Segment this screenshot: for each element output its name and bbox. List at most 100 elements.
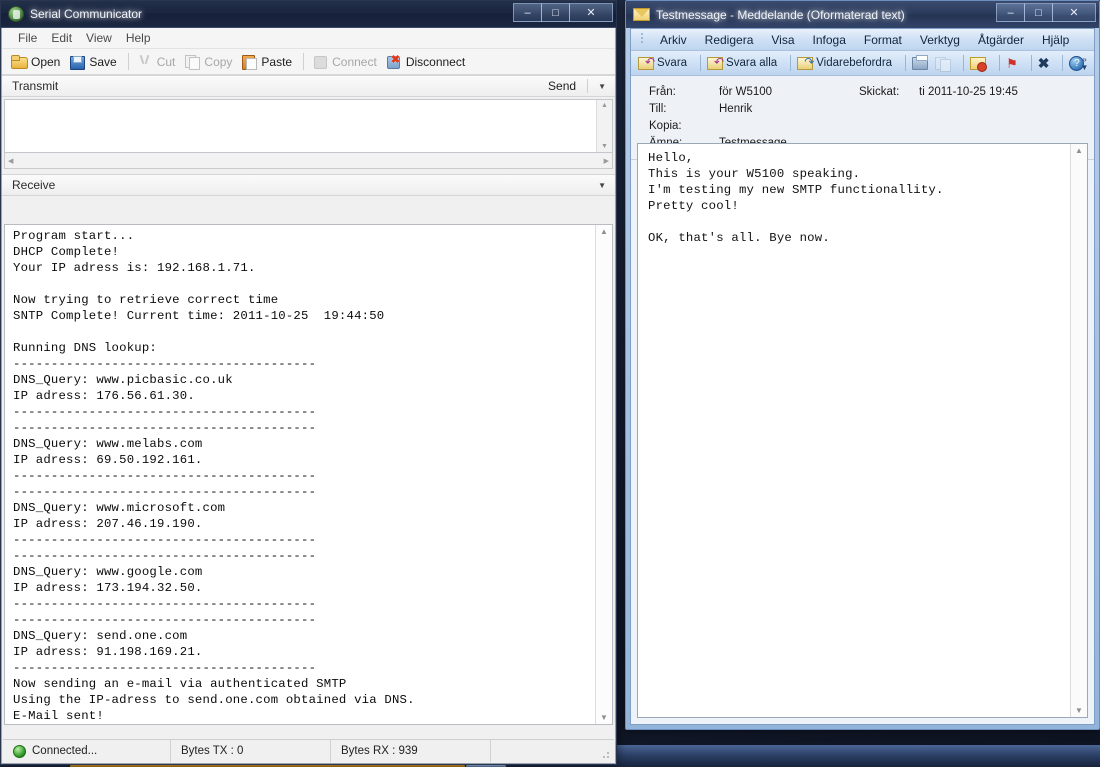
scroll-right-icon[interactable]: ▶	[604, 157, 609, 165]
toolbar-overflow-button[interactable]: » ▼	[1078, 53, 1091, 74]
flag-button[interactable]: ⚑	[1006, 57, 1018, 70]
connect-button-label: Connect	[332, 55, 377, 69]
menu-item-visa[interactable]: Visa	[762, 32, 803, 48]
chevron-down-icon[interactable]: ▼	[593, 181, 611, 190]
resize-grip[interactable]	[599, 748, 611, 760]
minimize-button[interactable]: –	[996, 3, 1025, 22]
menu-item-infoga[interactable]: Infoga	[804, 32, 855, 48]
disconnect-button[interactable]: Disconnect	[386, 54, 465, 69]
connect-button: Connect	[312, 54, 377, 69]
maximize-button[interactable]: □	[541, 3, 570, 22]
toolbar-separator	[700, 55, 701, 71]
menu-item-file[interactable]: File	[12, 29, 45, 47]
chevron-down-icon[interactable]: ▼	[593, 82, 611, 91]
menu-item-help[interactable]: Help	[120, 29, 159, 47]
disconnect-button-label: Disconnect	[406, 55, 465, 69]
reply-button[interactable]: Svara	[638, 57, 687, 70]
from-value: för W5100	[719, 86, 772, 98]
menu-item-redigera[interactable]: Redigera	[696, 32, 763, 48]
status-connection: Connected...	[3, 740, 171, 762]
maximize-button[interactable]: □	[1024, 3, 1053, 22]
transmit-vertical-scrollbar[interactable]: ▲ ▼	[596, 100, 612, 152]
serial-window-controls[interactable]: – □ ✕	[514, 3, 613, 22]
close-button[interactable]: ✕	[569, 3, 613, 22]
mail-title-bar[interactable]: Testmessage - Meddelande (Oformaterad te…	[626, 1, 1099, 28]
menu-item-verktyg[interactable]: Verktyg	[911, 32, 969, 48]
print-button[interactable]	[912, 57, 928, 70]
sent-value: ti 2011-10-25 19:45	[919, 86, 1018, 98]
scroll-up-icon[interactable]: ▲	[600, 225, 608, 238]
toolbar-separator	[905, 55, 906, 71]
mail-vertical-scrollbar[interactable]: ▲ ▼	[1070, 144, 1087, 717]
transmit-title: Transmit	[12, 79, 58, 93]
outlook-message-window[interactable]: Testmessage - Meddelande (Oformaterad te…	[625, 0, 1100, 730]
menu-item-atgarder[interactable]: Åtgärder	[969, 32, 1033, 48]
delete-button[interactable]: ✖	[1038, 56, 1050, 70]
transmit-input[interactable]	[5, 100, 596, 152]
mail-cc-row: Kopia:	[649, 120, 1094, 132]
menu-item-view[interactable]: View	[80, 29, 120, 47]
serial-toolbar[interactable]: Open Save Cut Copy Paste Connec	[2, 49, 615, 75]
to-label: Till:	[649, 103, 719, 115]
send-button[interactable]: Send	[542, 79, 582, 93]
serial-client-area: File Edit View Help Open Save Cut Copy	[1, 28, 616, 764]
serial-title-bar[interactable]: Serial Communicator – □ ✕	[1, 1, 616, 28]
block-sender-button[interactable]	[970, 57, 986, 70]
to-value: Henrik	[719, 103, 752, 115]
clipboard-icon	[241, 54, 257, 69]
cut-button: Cut	[137, 54, 176, 69]
toolbar-separator	[1031, 55, 1032, 71]
menu-item-hjalp[interactable]: Hjälp	[1033, 32, 1078, 48]
reply-all-icon	[707, 57, 723, 70]
floppy-disk-icon	[69, 54, 85, 69]
toolbar-separator	[999, 55, 1000, 71]
scissors-icon	[137, 54, 153, 69]
menu-item-format[interactable]: Format	[855, 32, 911, 48]
scroll-down-icon[interactable]: ▼	[600, 711, 608, 724]
transmit-text-area[interactable]: ▲ ▼	[4, 99, 613, 153]
mail-menu-bar[interactable]: Arkiv Redigera Visa Infoga Format Verkty…	[631, 29, 1094, 51]
block-sender-icon	[970, 57, 986, 70]
status-empty-cell	[491, 740, 614, 762]
folder-open-icon	[11, 54, 27, 69]
toolbar-separator	[963, 55, 964, 71]
header-separator	[587, 79, 588, 93]
scroll-down-icon[interactable]: ▼	[1075, 704, 1083, 717]
delete-x-icon: ✖	[1038, 56, 1050, 70]
mail-from-row: Från: för W5100 Skickat: ti 2011-10-25 1…	[649, 86, 1094, 98]
scroll-down-icon[interactable]: ▼	[601, 141, 608, 152]
status-bytes-tx: Bytes TX : 0	[171, 740, 331, 762]
menu-item-arkiv[interactable]: Arkiv	[651, 32, 696, 48]
scroll-up-icon[interactable]: ▲	[1075, 144, 1083, 157]
chevron-down-icon: ▼	[1081, 64, 1089, 72]
menu-item-edit[interactable]: Edit	[45, 29, 80, 47]
receive-log-text: Program start... DHCP Complete! Your IP …	[5, 225, 595, 724]
minimize-button[interactable]: –	[513, 3, 542, 22]
serial-communicator-window[interactable]: Serial Communicator – □ ✕ File Edit View…	[0, 0, 617, 765]
close-button[interactable]: ✕	[1052, 3, 1096, 22]
serial-menu-bar[interactable]: File Edit View Help	[2, 28, 615, 49]
mail-body-area[interactable]: Hello, This is your W5100 speaking. I'm …	[637, 143, 1088, 718]
scroll-left-icon[interactable]: ◀	[8, 157, 13, 165]
reply-icon	[638, 57, 654, 70]
scroll-up-icon[interactable]: ▲	[601, 100, 608, 111]
mail-to-row: Till: Henrik	[649, 103, 1094, 115]
envelope-icon	[633, 8, 650, 21]
transmit-horizontal-scrollbar[interactable]: ◀ ▶	[4, 153, 613, 169]
receive-text-area[interactable]: Program start... DHCP Complete! Your IP …	[4, 224, 613, 725]
sent-label: Skickat:	[859, 86, 899, 98]
reply-all-button[interactable]: Svara alla	[707, 57, 777, 70]
forward-button[interactable]: Vidarebefordra	[797, 57, 892, 70]
save-button[interactable]: Save	[69, 54, 116, 69]
reply-all-button-label: Svara alla	[726, 57, 777, 69]
paste-button[interactable]: Paste	[241, 54, 292, 69]
serial-status-bar: Connected... Bytes TX : 0 Bytes RX : 939	[3, 739, 614, 762]
receive-vertical-scrollbar[interactable]: ▲ ▼	[595, 225, 612, 724]
print-icon	[912, 57, 928, 70]
open-button[interactable]: Open	[11, 54, 60, 69]
toolbar-grip-icon[interactable]	[641, 33, 645, 46]
mail-body-text: Hello, This is your W5100 speaking. I'm …	[638, 144, 1070, 717]
mail-toolbar[interactable]: Svara Svara alla Vidarebefordra	[631, 51, 1094, 76]
plug-connect-icon	[312, 54, 328, 69]
mail-window-controls[interactable]: – □ ✕	[997, 3, 1096, 22]
